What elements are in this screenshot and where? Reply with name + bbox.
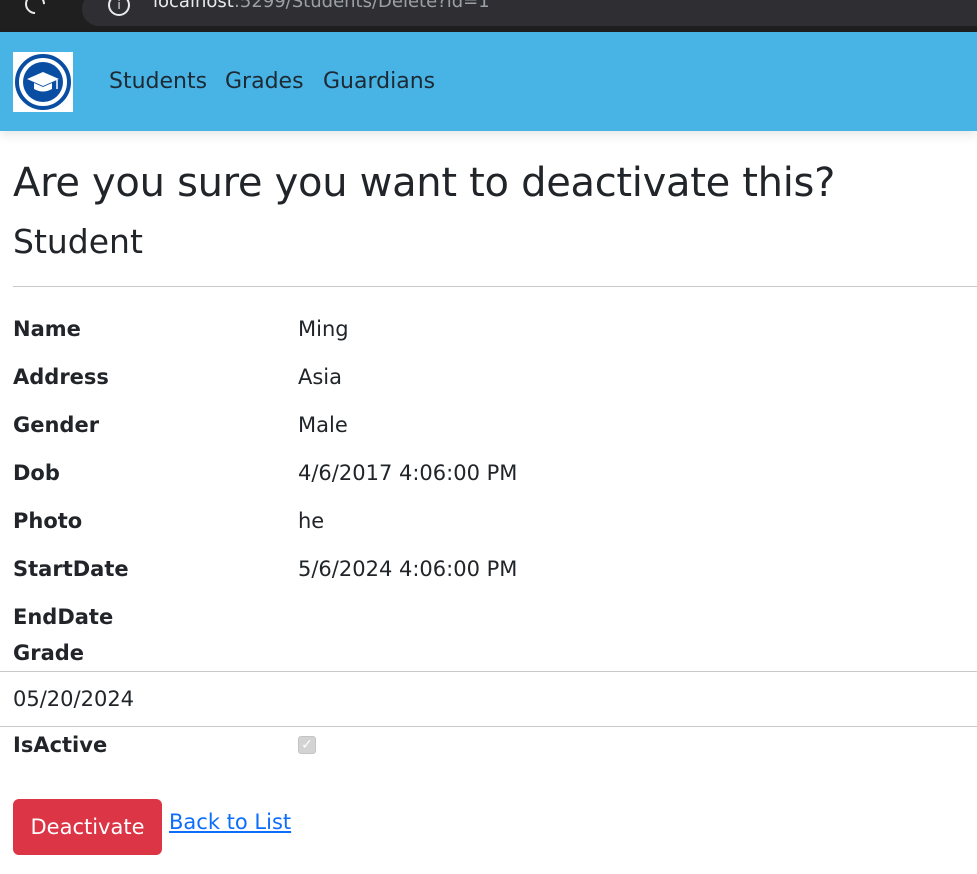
date-value: 05/20/2024 <box>13 687 135 711</box>
section-title: Student <box>13 222 143 261</box>
value-address: Asia <box>298 365 343 389</box>
label-name: Name <box>13 317 81 341</box>
label-isactive: IsActive <box>13 733 108 757</box>
nav-link-grades[interactable]: Grades <box>225 69 304 94</box>
label-photo: Photo <box>13 509 83 533</box>
nav-link-students[interactable]: Students <box>109 69 207 94</box>
label-grade: Grade <box>13 641 85 665</box>
label-dob: Dob <box>13 461 60 485</box>
nav-link-guardians[interactable]: Guardians <box>323 69 435 94</box>
value-gender: Male <box>298 413 348 437</box>
label-gender: Gender <box>13 413 100 437</box>
deactivate-button[interactable]: Deactivate <box>13 799 162 855</box>
date-row-top-border <box>0 671 977 672</box>
date-row-bottom-border <box>0 726 977 727</box>
label-enddate: EndDate <box>13 605 114 629</box>
label-startdate: StartDate <box>13 557 129 581</box>
label-address: Address <box>13 365 109 389</box>
browser-toolbar: i localhost:5299/Students/Delete?id=1 <box>0 0 977 32</box>
value-dob: 4/6/2017 4:06:00 PM <box>298 461 518 485</box>
back-to-list-link[interactable]: Back to List <box>169 810 291 834</box>
reload-icon[interactable] <box>20 0 50 19</box>
isactive-checkbox: ✓ <box>298 736 316 754</box>
navbar: Students Grades Guardians <box>0 32 977 131</box>
graduation-cap-icon[interactable] <box>13 52 73 112</box>
value-name: Ming <box>298 317 349 341</box>
page-title: Are you sure you want to deactivate this… <box>13 160 836 206</box>
address-bar-url[interactable]: localhost:5299/Students/Delete?id=1 <box>153 0 490 12</box>
value-startdate: 5/6/2024 4:06:00 PM <box>298 557 518 581</box>
value-photo: he <box>298 509 325 533</box>
divider <box>13 286 977 287</box>
